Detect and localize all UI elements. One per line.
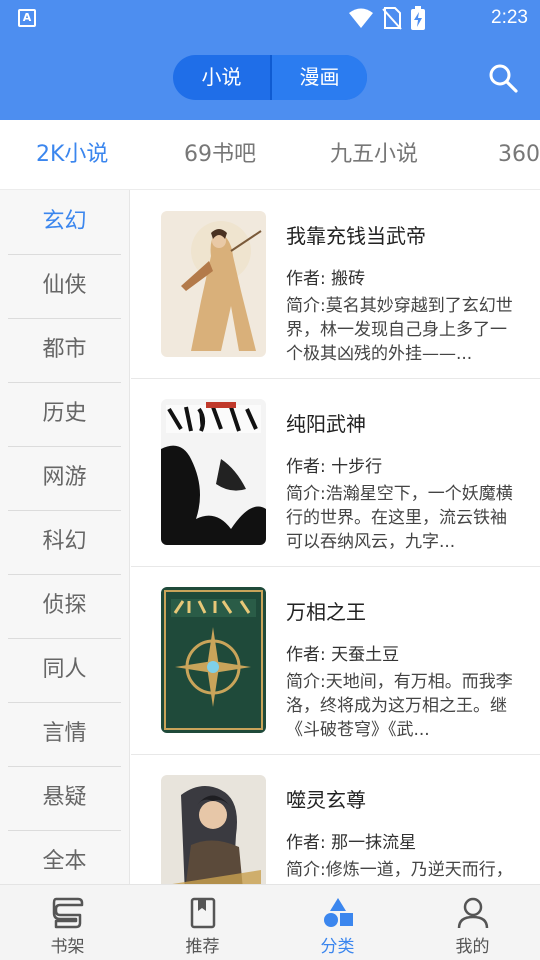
category-lishi[interactable]: 历史 — [8, 382, 121, 446]
book-title: 纯阳武神 — [286, 412, 366, 436]
book-description: 简介:修炼一道，乃逆天而行，吴逆乾一，不是一个一般... — [286, 860, 513, 880]
battery-charging-icon — [411, 6, 425, 30]
book-item[interactable]: 万相之王 作者: 天蚕土豆 简介:天地间，有万相。而我李洛，终将成为这万相之王。… — [131, 566, 540, 754]
status-bar: A 2:23 — [0, 0, 540, 36]
book-cover-image — [161, 211, 266, 357]
book-list: 我靠充钱当武帝 作者: 搬砖 简介:莫名其妙穿越到了玄幻世界，林一发现自己身上多… — [131, 190, 540, 884]
book-item[interactable]: 我靠充钱当武帝 作者: 搬砖 简介:莫名其妙穿越到了玄幻世界，林一发现自己身上多… — [131, 190, 540, 378]
book-item[interactable]: 纯阳武神 作者: 十步行 简介:浩瀚星空下，一个妖魔横行的世界。在这里，流云铁袖… — [131, 378, 540, 566]
tab-jiuwu[interactable]: 九五小说 — [330, 120, 418, 189]
category-wangyou[interactable]: 网游 — [8, 446, 121, 510]
segment-comic[interactable]: 漫画 — [270, 55, 367, 100]
category-dushi[interactable]: 都市 — [8, 318, 121, 382]
tab-360[interactable]: 360小说 — [498, 120, 540, 189]
category-xianxia[interactable]: 仙侠 — [8, 254, 121, 318]
category-xuanyi[interactable]: 悬疑 — [8, 766, 121, 830]
content-type-switch: 小说 漫画 — [173, 55, 367, 100]
category-kehuan[interactable]: 科幻 — [8, 510, 121, 574]
book-title: 万相之王 — [286, 600, 366, 624]
no-sim-icon — [382, 7, 402, 30]
category-shapes-icon — [324, 898, 353, 927]
app-header: A 2:23 小说 漫画 — [0, 0, 540, 120]
bookmark-book-icon — [190, 897, 216, 929]
nav-recommend[interactable]: 推荐 — [135, 885, 270, 960]
nav-label: 书架 — [50, 937, 85, 957]
book-description: 简介:天地间，有万相。而我李洛，终将成为这万相之王。继《斗破苍穹》《武... — [286, 672, 513, 740]
book-cover-image — [161, 775, 266, 884]
nav-bookshelf[interactable]: 书架 — [0, 885, 135, 960]
book-title: 噬灵玄尊 — [286, 788, 366, 812]
nav-label: 分类 — [320, 937, 355, 957]
book-title: 我靠充钱当武帝 — [286, 224, 426, 248]
book-description: 简介:莫名其妙穿越到了玄幻世界，林一发现自己身上多了一个极其凶残的外挂——... — [286, 296, 513, 364]
book-author: 作者: 天蚕土豆 — [286, 645, 400, 665]
wifi-icon — [349, 8, 373, 28]
tab-69shuba[interactable]: 69书吧 — [184, 120, 256, 189]
category-quanben[interactable]: 全本 — [8, 830, 121, 884]
category-sidebar: 玄幻 仙侠 都市 历史 网游 科幻 侦探 同人 言情 悬疑 全本 — [0, 190, 130, 884]
tab-2k[interactable]: 2K小说 — [36, 120, 108, 189]
status-time: 2:23 — [491, 7, 528, 28]
bottom-navigation: 书架 推荐 分类 我的 — [0, 884, 540, 960]
book-author: 作者: 那一抹流星 — [286, 833, 417, 853]
status-icons — [348, 6, 426, 30]
category-yanqing[interactable]: 言情 — [8, 702, 121, 766]
source-tabs: 2K小说 69书吧 九五小说 360小说 — [0, 120, 540, 190]
category-tongren[interactable]: 同人 — [8, 638, 121, 702]
app-notification-icon: A — [18, 9, 36, 27]
category-zhentan[interactable]: 侦探 — [8, 574, 121, 638]
book-author: 作者: 搬砖 — [286, 269, 366, 289]
nav-profile[interactable]: 我的 — [405, 885, 540, 960]
profile-icon — [457, 897, 489, 929]
book-description: 简介:浩瀚星空下，一个妖魔横行的世界。在这里，流云铁袖可以吞纳风云，九字... — [286, 484, 513, 552]
category-xuanhuan[interactable]: 玄幻 — [8, 190, 121, 254]
book-item[interactable]: 噬灵玄尊 作者: 那一抹流星 简介:修炼一道，乃逆天而行，吴逆乾一，不是一个一般… — [131, 754, 540, 884]
nav-category[interactable]: 分类 — [270, 885, 405, 960]
segment-novel[interactable]: 小说 — [173, 55, 270, 100]
book-cover-image — [161, 587, 266, 733]
book-author: 作者: 十步行 — [286, 457, 383, 477]
search-icon[interactable] — [488, 63, 518, 93]
book-cover-image — [161, 399, 266, 545]
nav-label: 推荐 — [185, 937, 220, 957]
nav-label: 我的 — [455, 937, 490, 957]
bookshelf-icon — [52, 897, 84, 929]
